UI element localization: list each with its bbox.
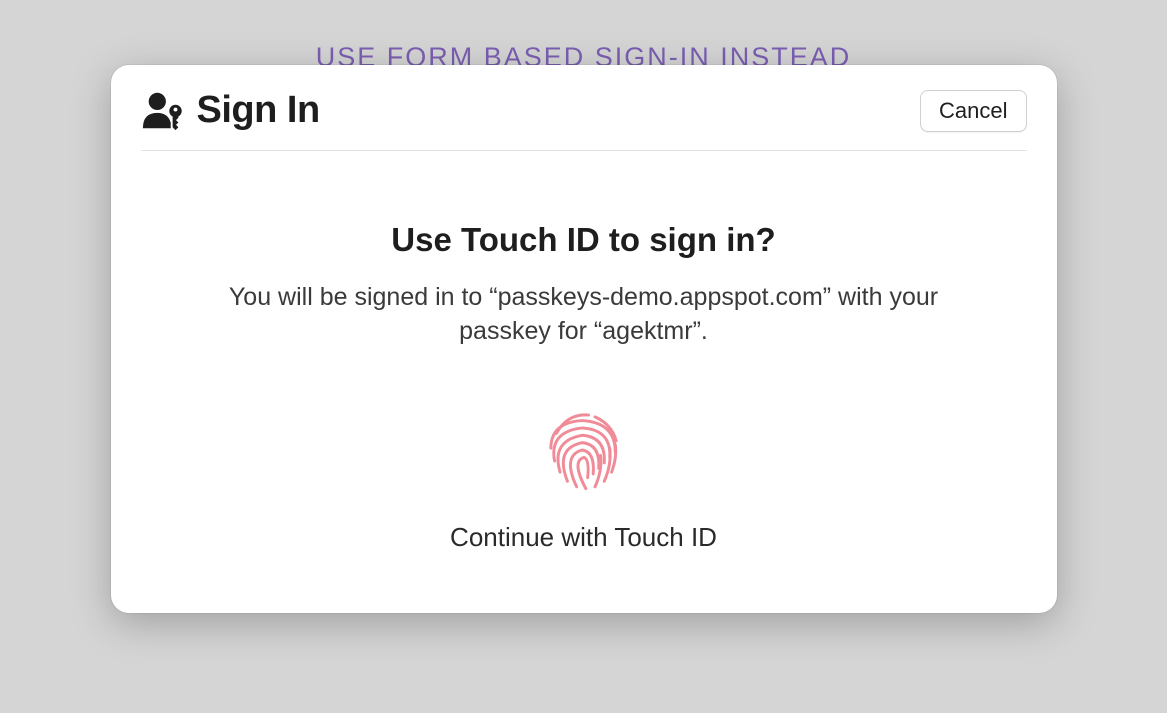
cancel-button[interactable]: Cancel (920, 90, 1026, 132)
signin-dialog: Sign In Cancel Use Touch ID to sign in? … (111, 65, 1057, 613)
fingerprint-icon[interactable] (538, 404, 630, 496)
dialog-title-group: Sign In (141, 89, 320, 132)
passkey-icon (141, 91, 187, 131)
prompt-title: Use Touch ID to sign in? (171, 221, 997, 259)
dialog-title: Sign In (197, 89, 320, 132)
fingerprint-wrapper (171, 404, 997, 496)
continue-touch-id-label: Continue with Touch ID (171, 522, 997, 553)
prompt-description: You will be signed in to “passkeys-demo.… (214, 281, 954, 349)
dialog-header: Sign In Cancel (111, 65, 1057, 150)
dialog-body: Use Touch ID to sign in? You will be sig… (111, 151, 1057, 613)
